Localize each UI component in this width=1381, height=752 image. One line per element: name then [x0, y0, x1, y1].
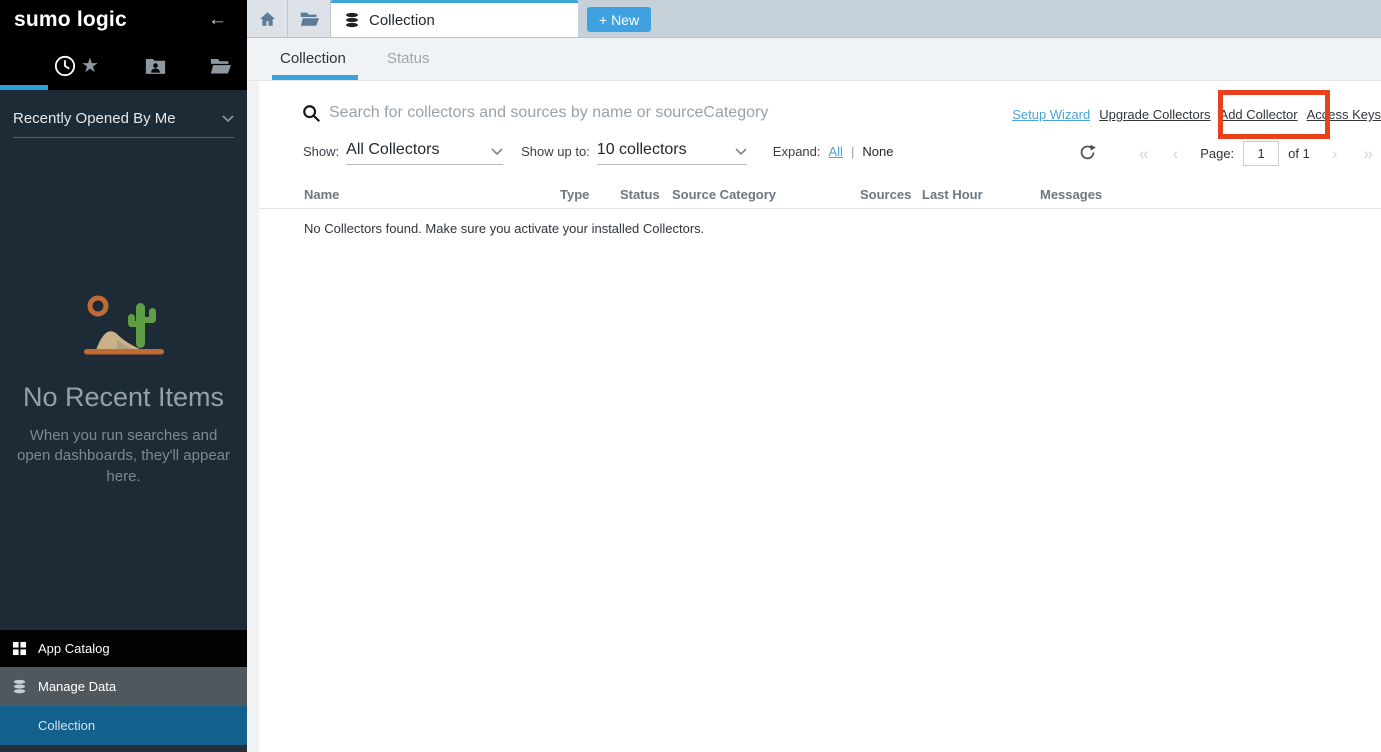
upgrade-collectors-link[interactable]: Upgrade Collectors — [1099, 107, 1210, 122]
collection-tab-label: Collection — [369, 12, 435, 29]
show-up-to-dropdown[interactable]: 10 collectors — [597, 141, 747, 165]
collection-label: Collection — [38, 718, 95, 733]
access-keys-link[interactable]: Access Keys — [1307, 107, 1381, 122]
chevron-down-icon — [222, 115, 234, 122]
refresh-icon[interactable] — [1079, 144, 1096, 166]
collapse-sidebar-arrow-icon[interactable]: ← — [208, 9, 227, 31]
recently-opened-dropdown[interactable]: Recently Opened By Me — [13, 110, 234, 138]
collection-tab[interactable]: Collection — [331, 0, 578, 37]
home-tab[interactable] — [247, 0, 288, 37]
search-icon — [302, 104, 320, 127]
collectors-table-header: Name Type Status Source Category Sources… — [259, 184, 1381, 209]
logo-bar: sumo logic ← — [0, 0, 247, 40]
search-input[interactable] — [327, 98, 951, 128]
column-header-status[interactable]: Status — [620, 187, 660, 202]
expand-divider: | — [851, 144, 854, 165]
no-collectors-message: No Collectors found. Make sure you activ… — [304, 221, 704, 236]
database-icon — [11, 679, 27, 695]
column-header-type[interactable]: Type — [560, 187, 589, 202]
open-folder-icon — [300, 11, 319, 27]
show-up-to-dropdown-value: 10 collectors — [597, 141, 687, 159]
column-header-name[interactable]: Name — [304, 187, 339, 202]
top-tab-bar: Collection + New — [247, 0, 1381, 38]
sidebar-empty-state: No Recent Items When you run searches an… — [0, 293, 247, 487]
prev-page-icon[interactable]: ‹ — [1173, 144, 1179, 164]
open-folder-icon[interactable] — [208, 54, 232, 78]
chevron-down-icon — [735, 148, 747, 155]
active-subtab-underline — [272, 75, 358, 80]
column-header-source-category[interactable]: Source Category — [672, 187, 776, 202]
show-up-to-label: Show up to: — [521, 144, 590, 165]
show-dropdown-value: All Collectors — [346, 141, 439, 159]
column-header-sources[interactable]: Sources — [860, 187, 911, 202]
sidebar-item-app-catalog[interactable]: App Catalog — [0, 630, 247, 667]
last-page-icon[interactable]: » — [1364, 144, 1373, 164]
first-page-icon[interactable]: « — [1139, 144, 1148, 164]
show-dropdown[interactable]: All Collectors — [346, 141, 503, 165]
expand-none-link[interactable]: None — [862, 144, 893, 165]
active-nav-underline — [0, 85, 48, 90]
desert-illustration — [84, 293, 164, 356]
column-header-messages[interactable]: Messages — [1040, 187, 1102, 202]
grid-icon — [11, 641, 27, 657]
sidebar-item-manage-data[interactable]: Manage Data — [0, 667, 247, 706]
add-collector-link[interactable]: Add Collector — [1220, 107, 1298, 122]
sidebar-item-collection[interactable]: Collection — [0, 706, 247, 745]
collector-action-links: Setup Wizard Upgrade Collectors Add Coll… — [1012, 107, 1381, 122]
database-icon — [344, 12, 360, 28]
setup-wizard-link[interactable]: Setup Wizard — [1012, 107, 1090, 122]
recently-opened-label: Recently Opened By Me — [13, 110, 176, 127]
next-page-icon[interactable]: › — [1332, 144, 1338, 164]
tab-status[interactable]: Status — [387, 50, 430, 67]
chevron-down-icon — [491, 148, 503, 155]
subtab-row: Collection Status — [247, 38, 1381, 81]
page-label: Page: — [1200, 146, 1234, 161]
tab-collection[interactable]: Collection — [280, 50, 346, 67]
app-catalog-label: App Catalog — [38, 641, 110, 656]
app-window: sumo logic ← ★ Recently Opened By Me — [0, 0, 1381, 752]
main-content: Setup Wizard Upgrade Collectors Add Coll… — [259, 81, 1381, 752]
expand-label: Expand: — [773, 144, 821, 165]
sumo-logic-logo: sumo logic — [14, 8, 127, 32]
new-button[interactable]: + New — [587, 7, 651, 32]
column-header-last-hour[interactable]: Last Hour — [922, 187, 983, 202]
expand-all-link[interactable]: All — [829, 144, 843, 165]
sidebar-bottom-menu: App Catalog Manage Data Collection — [0, 630, 247, 752]
sidebar: sumo logic ← ★ Recently Opened By Me — [0, 0, 247, 752]
no-recent-items-title: No Recent Items — [0, 382, 247, 413]
manage-data-label: Manage Data — [38, 679, 116, 694]
content-gutter — [247, 81, 259, 752]
sidebar-icon-nav: ★ — [0, 40, 247, 90]
home-icon — [259, 11, 276, 27]
favorites-star-icon[interactable]: ★ — [78, 54, 102, 78]
no-recent-items-subtitle: When you run searches and open dashboard… — [15, 426, 233, 487]
sidebar-bottom-strip — [0, 745, 247, 752]
shared-folder-icon[interactable] — [143, 54, 167, 78]
recents-clock-icon[interactable] — [53, 54, 77, 78]
page-number-input[interactable] — [1243, 141, 1279, 166]
pagination: « ‹ Page: of 1 › » — [1139, 141, 1373, 166]
library-tab[interactable] — [288, 0, 331, 37]
show-label: Show: — [303, 144, 339, 165]
page-of-label: of 1 — [1288, 146, 1310, 161]
filter-row: Show: All Collectors Show up to: 10 coll… — [303, 141, 893, 165]
